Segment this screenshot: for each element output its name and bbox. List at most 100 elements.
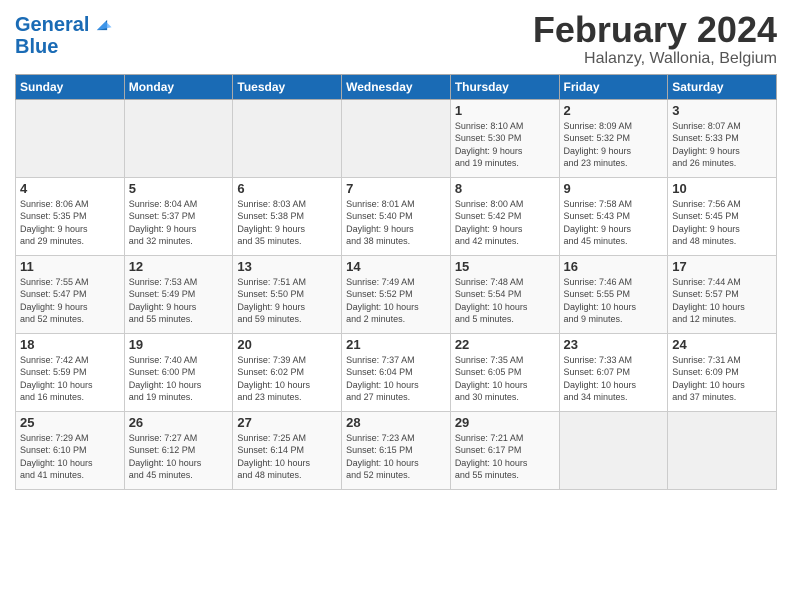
day-number: 13 xyxy=(237,259,337,274)
day-number: 24 xyxy=(672,337,772,352)
calendar-cell: 11 Sunrise: 7:55 AM Sunset: 5:47 PM Dayli… xyxy=(16,255,125,333)
calendar-cell: 23Sunrise: 7:33 AM Sunset: 6:07 PM Dayli… xyxy=(559,333,668,411)
calendar-table: SundayMondayTuesdayWednesdayThursdayFrid… xyxy=(15,74,777,490)
day-number: 10 xyxy=(672,181,772,196)
day-number: 25 xyxy=(20,415,120,430)
day-info: Sunrise: 8:09 AM Sunset: 5:32 PM Dayligh… xyxy=(564,120,664,170)
day-number: 6 xyxy=(237,181,337,196)
col-header-friday: Friday xyxy=(559,74,668,99)
calendar-cell: 17 Sunrise: 7:44 AM Sunset: 5:57 PM Dayli… xyxy=(668,255,777,333)
calendar-cell xyxy=(233,99,342,177)
calendar-header-row: SundayMondayTuesdayWednesdayThursdayFrid… xyxy=(16,74,777,99)
calendar-cell: 27 Sunrise: 7:25 AM Sunset: 6:14 PM Dayli… xyxy=(233,411,342,489)
calendar-cell: 8Sunrise: 8:00 AM Sunset: 5:42 PM Daylig… xyxy=(450,177,559,255)
day-info: Sunrise: 7:49 AM Sunset: 5:52 PM Dayligh… xyxy=(346,276,446,326)
day-number: 1 xyxy=(455,103,555,118)
calendar-cell: 1 Sunrise: 8:10 AM Sunset: 5:30 PM Daylig… xyxy=(450,99,559,177)
day-info: Sunrise: 8:07 AM Sunset: 5:33 PM Dayligh… xyxy=(672,120,772,170)
calendar-cell: 13 Sunrise: 7:51 AM Sunset: 5:50 PM Dayli… xyxy=(233,255,342,333)
day-number: 9 xyxy=(564,181,664,196)
day-number: 21 xyxy=(346,337,446,352)
day-number: 16 xyxy=(564,259,664,274)
month-title: February 2024 xyxy=(533,10,777,50)
day-number: 17 xyxy=(672,259,772,274)
day-info: Sunrise: 7:40 AM Sunset: 6:00 PM Dayligh… xyxy=(129,354,229,404)
day-info: Sunrise: 7:56 AM Sunset: 5:45 PM Dayligh… xyxy=(672,198,772,248)
calendar-cell: 29 Sunrise: 7:21 AM Sunset: 6:17 PM Dayli… xyxy=(450,411,559,489)
day-number: 14 xyxy=(346,259,446,274)
calendar-week-5: 25 Sunrise: 7:29 AM Sunset: 6:10 PM Dayli… xyxy=(16,411,777,489)
day-info: Sunrise: 7:55 AM Sunset: 5:47 PM Dayligh… xyxy=(20,276,120,326)
calendar-week-3: 11 Sunrise: 7:55 AM Sunset: 5:47 PM Dayli… xyxy=(16,255,777,333)
col-header-sunday: Sunday xyxy=(16,74,125,99)
day-number: 18 xyxy=(20,337,120,352)
calendar-cell: 16 Sunrise: 7:46 AM Sunset: 5:55 PM Dayli… xyxy=(559,255,668,333)
calendar-cell: 26Sunrise: 7:27 AM Sunset: 6:12 PM Dayli… xyxy=(124,411,233,489)
day-number: 3 xyxy=(672,103,772,118)
day-info: Sunrise: 8:01 AM Sunset: 5:40 PM Dayligh… xyxy=(346,198,446,248)
col-header-saturday: Saturday xyxy=(668,74,777,99)
day-info: Sunrise: 7:53 AM Sunset: 5:49 PM Dayligh… xyxy=(129,276,229,326)
day-info: Sunrise: 7:27 AM Sunset: 6:12 PM Dayligh… xyxy=(129,432,229,482)
day-info: Sunrise: 7:37 AM Sunset: 6:04 PM Dayligh… xyxy=(346,354,446,404)
day-info: Sunrise: 7:31 AM Sunset: 6:09 PM Dayligh… xyxy=(672,354,772,404)
calendar-cell: 18 Sunrise: 7:42 AM Sunset: 5:59 PM Dayli… xyxy=(16,333,125,411)
calendar-cell: 7 Sunrise: 8:01 AM Sunset: 5:40 PM Daylig… xyxy=(342,177,451,255)
logo-blue-text: Blue xyxy=(15,36,113,58)
day-info: Sunrise: 7:21 AM Sunset: 6:17 PM Dayligh… xyxy=(455,432,555,482)
day-number: 19 xyxy=(129,337,229,352)
logo: General Blue xyxy=(15,14,113,58)
day-info: Sunrise: 7:42 AM Sunset: 5:59 PM Dayligh… xyxy=(20,354,120,404)
calendar-cell: 4 Sunrise: 8:06 AM Sunset: 5:35 PM Daylig… xyxy=(16,177,125,255)
logo-icon xyxy=(91,14,113,36)
page-container: General Blue February 2024 Halanzy, Wall… xyxy=(0,0,792,500)
day-number: 22 xyxy=(455,337,555,352)
day-info: Sunrise: 7:48 AM Sunset: 5:54 PM Dayligh… xyxy=(455,276,555,326)
day-info: Sunrise: 8:06 AM Sunset: 5:35 PM Dayligh… xyxy=(20,198,120,248)
location-subtitle: Halanzy, Wallonia, Belgium xyxy=(533,50,777,68)
day-number: 20 xyxy=(237,337,337,352)
calendar-cell xyxy=(124,99,233,177)
calendar-cell xyxy=(342,99,451,177)
day-info: Sunrise: 7:25 AM Sunset: 6:14 PM Dayligh… xyxy=(237,432,337,482)
day-info: Sunrise: 7:44 AM Sunset: 5:57 PM Dayligh… xyxy=(672,276,772,326)
calendar-cell: 20Sunrise: 7:39 AM Sunset: 6:02 PM Dayli… xyxy=(233,333,342,411)
calendar-cell: 22Sunrise: 7:35 AM Sunset: 6:05 PM Dayli… xyxy=(450,333,559,411)
calendar-cell xyxy=(559,411,668,489)
day-number: 11 xyxy=(20,259,120,274)
day-number: 4 xyxy=(20,181,120,196)
day-info: Sunrise: 7:46 AM Sunset: 5:55 PM Dayligh… xyxy=(564,276,664,326)
calendar-cell: 12 Sunrise: 7:53 AM Sunset: 5:49 PM Dayli… xyxy=(124,255,233,333)
calendar-week-4: 18 Sunrise: 7:42 AM Sunset: 5:59 PM Dayli… xyxy=(16,333,777,411)
calendar-cell: 21 Sunrise: 7:37 AM Sunset: 6:04 PM Dayli… xyxy=(342,333,451,411)
calendar-week-1: 1 Sunrise: 8:10 AM Sunset: 5:30 PM Daylig… xyxy=(16,99,777,177)
day-number: 27 xyxy=(237,415,337,430)
day-number: 12 xyxy=(129,259,229,274)
col-header-thursday: Thursday xyxy=(450,74,559,99)
day-info: Sunrise: 8:10 AM Sunset: 5:30 PM Dayligh… xyxy=(455,120,555,170)
day-info: Sunrise: 7:51 AM Sunset: 5:50 PM Dayligh… xyxy=(237,276,337,326)
title-block: February 2024 Halanzy, Wallonia, Belgium xyxy=(533,10,777,68)
day-number: 29 xyxy=(455,415,555,430)
calendar-week-2: 4 Sunrise: 8:06 AM Sunset: 5:35 PM Daylig… xyxy=(16,177,777,255)
calendar-cell: 2 Sunrise: 8:09 AM Sunset: 5:32 PM Daylig… xyxy=(559,99,668,177)
calendar-cell: 15Sunrise: 7:48 AM Sunset: 5:54 PM Dayli… xyxy=(450,255,559,333)
day-info: Sunrise: 7:33 AM Sunset: 6:07 PM Dayligh… xyxy=(564,354,664,404)
day-number: 2 xyxy=(564,103,664,118)
logo-text: General xyxy=(15,14,89,36)
calendar-cell: 3 Sunrise: 8:07 AM Sunset: 5:33 PM Daylig… xyxy=(668,99,777,177)
calendar-cell: 5 Sunrise: 8:04 AM Sunset: 5:37 PM Daylig… xyxy=(124,177,233,255)
col-header-tuesday: Tuesday xyxy=(233,74,342,99)
calendar-cell: 19 Sunrise: 7:40 AM Sunset: 6:00 PM Dayli… xyxy=(124,333,233,411)
day-info: Sunrise: 8:04 AM Sunset: 5:37 PM Dayligh… xyxy=(129,198,229,248)
header: General Blue February 2024 Halanzy, Wall… xyxy=(15,10,777,68)
calendar-cell xyxy=(16,99,125,177)
day-number: 8 xyxy=(455,181,555,196)
calendar-cell: 9 Sunrise: 7:58 AM Sunset: 5:43 PM Daylig… xyxy=(559,177,668,255)
day-info: Sunrise: 7:29 AM Sunset: 6:10 PM Dayligh… xyxy=(20,432,120,482)
day-info: Sunrise: 7:58 AM Sunset: 5:43 PM Dayligh… xyxy=(564,198,664,248)
day-number: 5 xyxy=(129,181,229,196)
calendar-cell: 28Sunrise: 7:23 AM Sunset: 6:15 PM Dayli… xyxy=(342,411,451,489)
day-number: 7 xyxy=(346,181,446,196)
day-number: 28 xyxy=(346,415,446,430)
